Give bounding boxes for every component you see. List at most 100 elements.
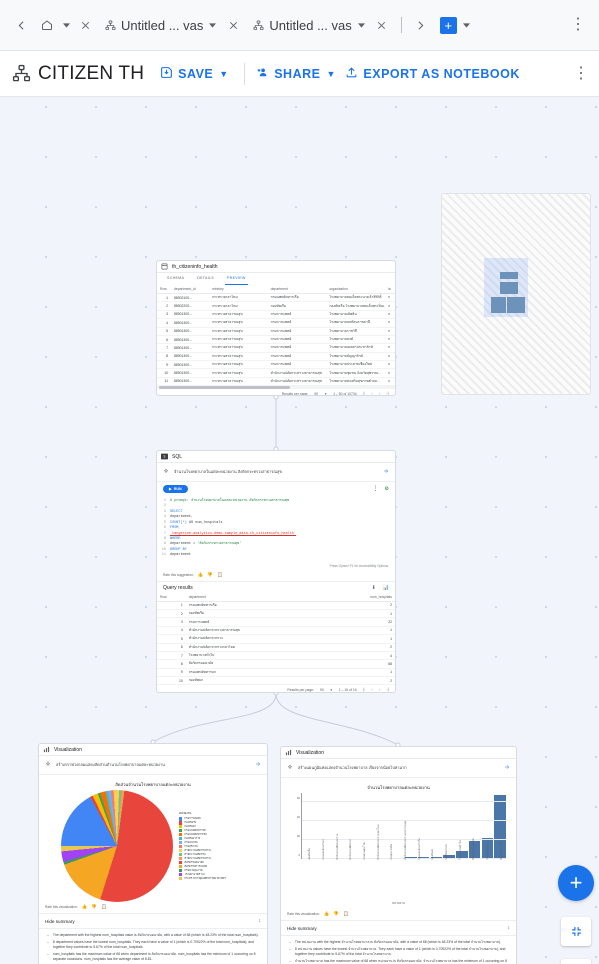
table-row[interactable]: 8 สังกัดกรมอนามัย 68 (157, 659, 395, 669)
home-dropdown-icon[interactable] (60, 12, 72, 38)
qr-prev-page-icon[interactable]: ‹ (371, 687, 373, 692)
table-row[interactable]: 3 88901300... กระทรวงสาธารณสุข กรมการแพทย์โ… (157, 310, 395, 320)
copy-icon[interactable]: 📋 (343, 911, 349, 917)
fit-screen-button[interactable] (561, 917, 591, 946)
browser-overflow-menu-icon[interactable]: ⋮ (565, 12, 591, 38)
table-preview-node[interactable]: th_citizeninfo_health SCHEMA DETAILS PRE… (156, 260, 396, 396)
qr-last-page-icon[interactable]: ›| (386, 687, 389, 692)
table-row[interactable]: 4 88901300... กระทรวงสาธารณสุข กรมการแพทย์โ… (157, 318, 395, 328)
bullet-dash: – (289, 959, 291, 964)
table-row[interactable]: 5 88901300... กระทรวงสาธารณสุข กรมการแพทย์โ… (157, 327, 395, 336)
sql-node[interactable]: S SQL จำนวนโรงพยาบาลในแต่ละหน่วยงาน สังก… (156, 450, 396, 693)
table-row[interactable]: 5 สำนักงานปลัดกระทรวง 1 (157, 634, 395, 644)
viz-right-prompt-row[interactable]: สร้างแผนภูมิแท่งแสดงจำนวนโรงพยาบาล เรียง… (281, 759, 516, 778)
legend-item[interactable]: กระทรวงการอุดมศึกษาวิทยาศาสตร์ (179, 877, 226, 881)
new-tab-button[interactable]: + (439, 16, 457, 34)
thumb-up-icon[interactable]: 👍 (324, 911, 330, 917)
table-row[interactable]: 7 โรงพยาบาลทั่วไป 4 (157, 651, 395, 661)
table-cell: ก (385, 377, 395, 387)
save-dropdown-icon[interactable]: ▼ (219, 69, 228, 79)
app-overflow-menu-icon[interactable]: ⋮ (573, 65, 589, 82)
qr-col-2: num_hospitals (312, 592, 395, 602)
share-dropdown-icon[interactable]: ▼ (326, 69, 335, 79)
table-row[interactable]: 1 88902100... กระทรวงกลาโหม กรมแพทย์ทหารเรื… (157, 293, 395, 303)
send-prompt-icon[interactable] (255, 761, 261, 769)
thumb-down-icon[interactable]: 👎 (91, 904, 97, 910)
expand-icon[interactable]: ↕ (259, 918, 262, 924)
visualization-node-pie[interactable]: Visualization สร้างกราฟวงกลมแสดงสัดส่วนจ… (38, 743, 268, 964)
viz-right-rating-row: Rate this visualization: 👍 👎 📋 (281, 909, 516, 920)
chevron-right-icon[interactable] (408, 12, 434, 38)
table-row[interactable]: 2 กองทัพเรือ 1 (157, 609, 395, 619)
pie-legend-title: หน่วยงาน (179, 811, 192, 816)
download-icon[interactable]: ⬇ (372, 585, 376, 591)
tab-dropdown-icon-1[interactable] (356, 20, 367, 31)
table-row[interactable]: 9 กรมแพทย์ทหารบก 1 (157, 668, 395, 678)
export-as-notebook-button[interactable]: EXPORT AS NOTEBOOK (343, 66, 521, 82)
table-row[interactable]: 11 88901300... กระทรวงสาธารณสุข สำนักงานปลั… (157, 377, 395, 387)
tab-preview[interactable]: PREVIEW (225, 276, 248, 285)
table-row[interactable]: 10 88901300... กระทรวงสาธารณสุข สำนักงานปลั… (157, 368, 395, 378)
close-tab-icon-2[interactable] (369, 12, 395, 38)
home-icon[interactable] (34, 12, 60, 38)
thumb-down-icon[interactable]: 👎 (207, 572, 213, 578)
viz-left-prompt-row[interactable]: สร้างกราฟวงกลมแสดงสัดส่วนจำนวนโรงพยาบาลแ… (39, 756, 267, 775)
zoom-button-group[interactable]: + − (561, 959, 591, 964)
copy-icon[interactable]: 📋 (217, 572, 223, 578)
back-arrow-icon[interactable] (8, 12, 34, 38)
sql-prompt-row[interactable]: จำนวนโรงพยาบาลในแต่ละหน่วยงาน สังกัดกระท… (157, 463, 395, 482)
send-prompt-icon[interactable] (383, 468, 389, 476)
table-row[interactable]: 9 88901300... กระทรวงสาธารณสุข กรมการแพทย์โ… (157, 360, 395, 370)
save-button[interactable]: SAVE (158, 66, 215, 82)
close-tab-icon-1[interactable] (220, 12, 246, 38)
tab-dropdown-icon-0[interactable] (207, 20, 218, 31)
table-row[interactable]: 10 กองทัพบก 2 (157, 676, 395, 686)
qr-page-size-caret-icon[interactable]: ▼ (330, 688, 333, 692)
table-horizontal-scrollbar[interactable] (157, 386, 395, 390)
chart-icon[interactable]: 📊 (383, 585, 389, 591)
page-size-select[interactable]: 50 (314, 392, 318, 395)
sql-settings-icon[interactable]: ⚙ (385, 486, 389, 492)
qr-col-0: Row (157, 592, 186, 602)
table-row[interactable]: 4 สำนักงานปลัดกระทรวงสาธารณสุข 1 (157, 626, 395, 636)
browser-tab-0[interactable]: Untitled ... vas (98, 10, 220, 40)
last-page-icon[interactable]: ›| (386, 391, 389, 395)
expand-icon[interactable]: ↕ (508, 925, 511, 931)
copy-icon[interactable]: 📋 (101, 904, 107, 910)
thumb-up-icon[interactable]: 👍 (82, 904, 88, 910)
tab-list-dropdown-icon[interactable] (460, 12, 474, 38)
table-row[interactable]: 3 กรมการแพทย์ 22 (157, 617, 395, 627)
zoom-in-button[interactable]: + (561, 959, 591, 964)
visualization-node-bar[interactable]: Visualization สร้างแผนภูมิแท่งแสดงจำนวนโ… (280, 746, 517, 964)
next-page-icon[interactable]: › (379, 391, 381, 395)
prev-page-icon[interactable]: ‹ (371, 391, 373, 395)
minimap[interactable] (441, 193, 591, 395)
thumb-down-icon[interactable]: 👎 (333, 911, 339, 917)
qr-page-size-select[interactable]: 50 (320, 688, 324, 692)
table-row[interactable]: 6 สำนักงานปลัดกระทรวงกลาโหม 2 (157, 643, 395, 652)
thumb-up-icon[interactable]: 👍 (198, 572, 204, 578)
sql-code-editor[interactable]: 1 # prompt: จำนวนโรงพยาบาลในแต่ละหน่วยงาน… (157, 496, 395, 562)
page-size-caret-icon[interactable]: ▼ (324, 392, 327, 395)
run-button[interactable]: ▶ RUN (163, 485, 188, 493)
add-node-fab[interactable]: + (558, 865, 594, 901)
share-button[interactable]: SHARE (253, 66, 322, 82)
qr-first-page-icon[interactable]: |‹ (363, 687, 366, 692)
table-row[interactable]: 1 กรมแพทย์ทหารเรือ 2 (157, 601, 395, 611)
first-page-icon[interactable]: |‹ (363, 391, 366, 395)
data-canvas[interactable]: th_citizeninfo_health SCHEMA DETAILS PRE… (0, 97, 599, 964)
tab-schema[interactable]: SCHEMA (167, 276, 184, 285)
table-row[interactable]: 6 88901300... กระทรวงสาธารณสุข กรมการแพทย์โ… (157, 335, 395, 345)
send-prompt-icon[interactable] (504, 764, 510, 772)
tab-details[interactable]: DETAILS (197, 276, 214, 285)
viz-left-summary-toggle[interactable]: Hide summary ↕ (39, 913, 267, 929)
table-row[interactable]: 8 88901300... กระทรวงสาธารณสุข กรมการแพทย์โ… (157, 352, 395, 362)
close-tab-icon-0[interactable] (72, 12, 98, 38)
viz-right-summary-toggle[interactable]: Hide summary ↕ (281, 920, 516, 936)
qr-next-page-icon[interactable]: › (379, 687, 381, 692)
table-node-tabs[interactable]: SCHEMA DETAILS PREVIEW (157, 273, 395, 285)
table-row[interactable]: 2 88902200... กระทรวงกลาโหม กองทัพเรือ กองทั… (157, 301, 395, 311)
browser-tab-1[interactable]: Untitled ... vas (246, 10, 368, 40)
table-row[interactable]: 7 88901300... กระทรวงสาธารณสุข กรมการแพทย์โ… (157, 343, 395, 353)
sql-overflow-menu-icon[interactable]: ⋮ (373, 486, 379, 492)
